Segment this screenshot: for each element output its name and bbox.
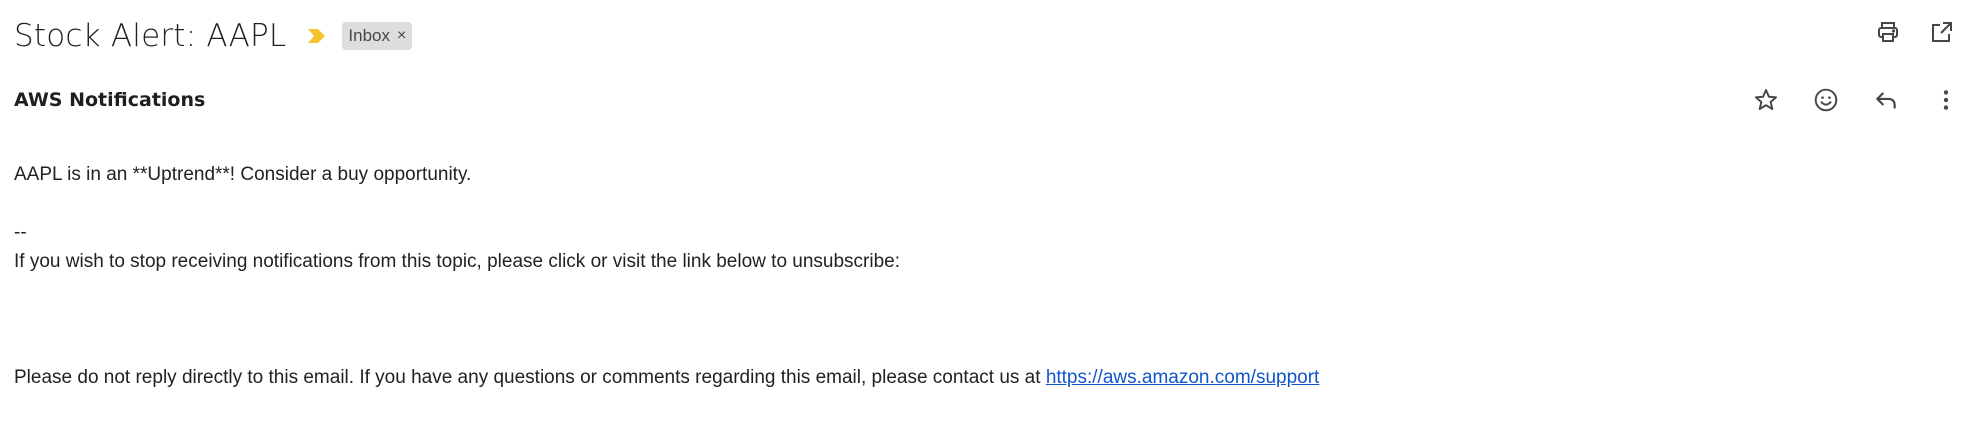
- body-unsubscribe-text: If you wish to stop receiving notificati…: [14, 251, 901, 272]
- message-body: AAPL is in an **Uptrend**! Consider a bu…: [14, 160, 1319, 392]
- emoji-reaction-icon[interactable]: [1812, 86, 1840, 114]
- print-icon[interactable]: [1874, 18, 1902, 46]
- star-icon[interactable]: [1752, 86, 1780, 114]
- more-vert-icon[interactable]: [1932, 86, 1960, 114]
- reply-icon[interactable]: [1872, 86, 1900, 114]
- email-header: Stock Alert: AAPL Inbox ×: [14, 12, 413, 60]
- open-in-new-window-icon[interactable]: [1928, 18, 1956, 46]
- thread-toolbar: [1874, 18, 1956, 46]
- body-blank-4: [14, 334, 1319, 363]
- importance-marker-icon[interactable]: [306, 27, 328, 45]
- label-chip-text: Inbox: [348, 26, 390, 45]
- body-signature-separator: --: [14, 222, 27, 243]
- support-link[interactable]: https://aws.amazon.com/support: [1046, 367, 1320, 388]
- body-line-alert: AAPL is in an **Uptrend**! Consider a bu…: [14, 164, 472, 185]
- body-contact-text: Please do not reply directly to this ema…: [14, 367, 1046, 388]
- remove-label-button[interactable]: ×: [397, 28, 406, 44]
- body-contact-line: Please do not reply directly to this ema…: [14, 363, 1319, 392]
- sender-name: AWS Notifications: [14, 89, 206, 111]
- body-blank-1: [14, 189, 1319, 218]
- body-blank-3: [14, 305, 1319, 334]
- email-subject: Stock Alert: AAPL: [14, 18, 287, 54]
- message-actions: [1752, 86, 1960, 114]
- label-chip-inbox: Inbox ×: [342, 22, 413, 50]
- body-blank-2: [14, 276, 1319, 305]
